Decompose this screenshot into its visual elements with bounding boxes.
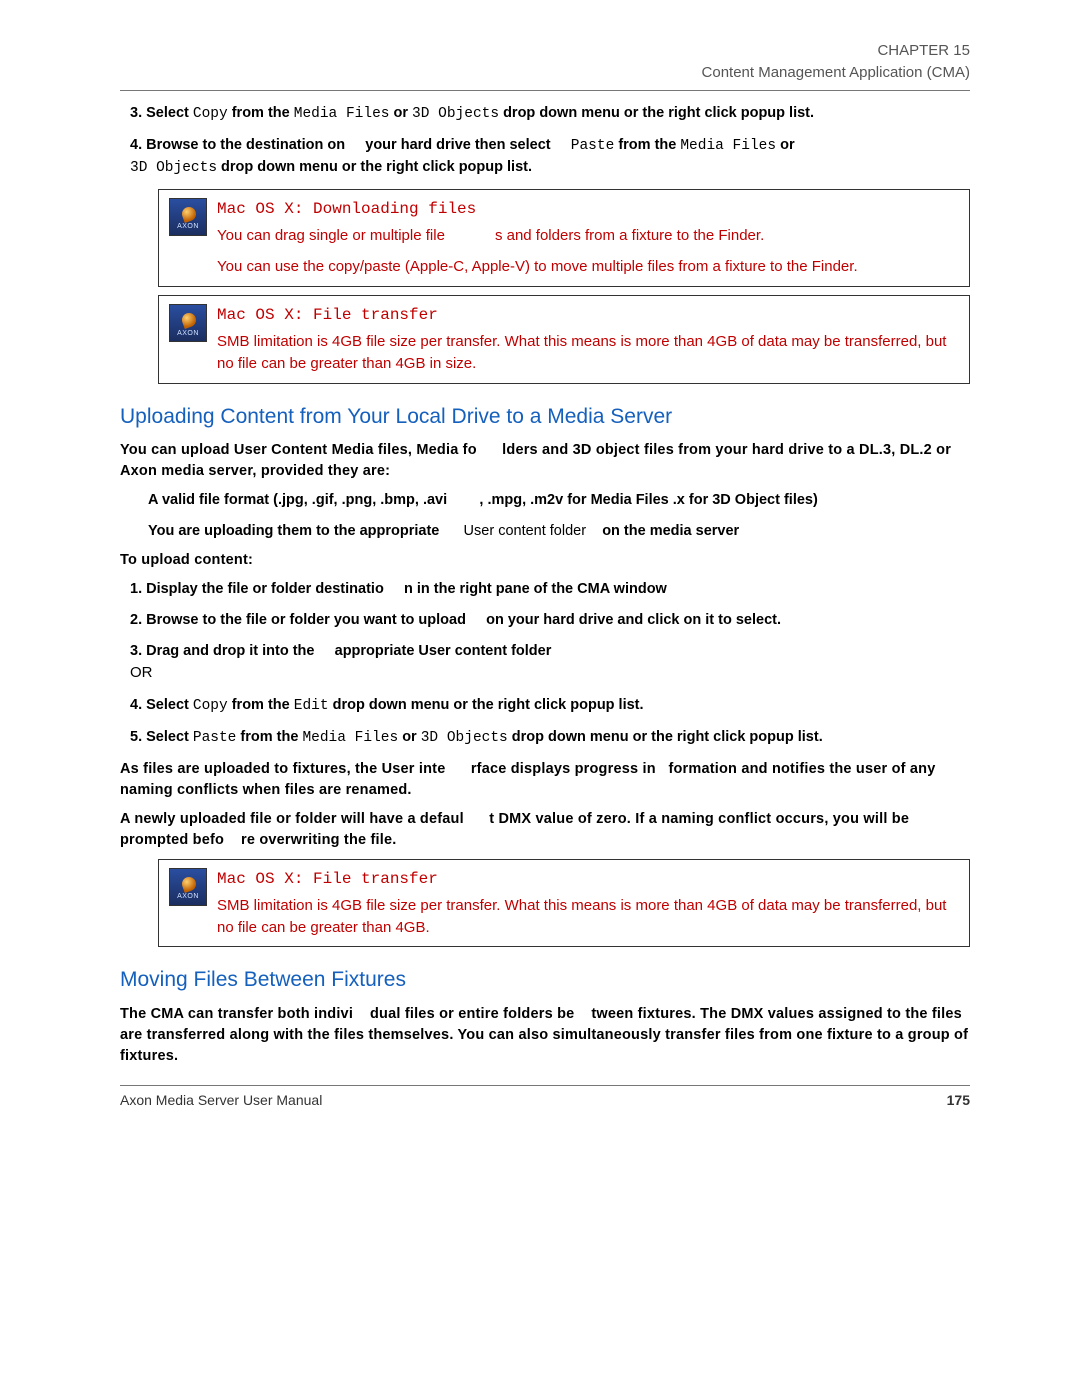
note-downloading-files: AXON Mac OS X: Downloading files You can… xyxy=(158,189,970,288)
text: drop down menu or the right click popup … xyxy=(512,729,823,745)
text: You are uploading them to the appropriat… xyxy=(148,523,443,539)
text: from the xyxy=(232,105,294,121)
note-body: SMB limitation is 4GB file size per tran… xyxy=(217,331,959,375)
step-3: 3. Select Copy from the Media Files or 3… xyxy=(130,103,970,125)
upload-step-5: 5. Select Paste from the Media Files or … xyxy=(130,727,970,749)
menu-3d-objects: 3D Objects xyxy=(421,730,508,746)
note-content: Mac OS X: File transfer SMB limitation i… xyxy=(217,868,959,939)
text: on the media server xyxy=(602,523,739,539)
text-or: OR xyxy=(130,664,153,681)
upload-step-3: 3. Drag and drop it into the appropriate… xyxy=(130,641,970,684)
progress-para: As files are uploaded to fixtures, the U… xyxy=(120,759,970,801)
menu-media-files: Media Files xyxy=(302,730,398,746)
text: appropriate User content folder xyxy=(335,643,552,659)
text: , .mpg, .m2v for Media Files .x for 3D O… xyxy=(479,492,817,508)
note-file-transfer-1: AXON Mac OS X: File transfer SMB limitat… xyxy=(158,295,970,384)
icon-label: AXON xyxy=(170,222,206,232)
text: n in the right pane of the CMA window xyxy=(404,581,667,597)
header-rule xyxy=(120,90,970,91)
menu-edit: Edit xyxy=(294,698,329,714)
text: 3. Select xyxy=(130,105,193,121)
menu-3d-objects: 3D Objects xyxy=(130,160,217,176)
note-file-transfer-2: AXON Mac OS X: File transfer SMB limitat… xyxy=(158,859,970,948)
text: rface displays progress in xyxy=(471,761,656,777)
text: or xyxy=(780,137,795,153)
text: A newly uploaded file or folder will hav… xyxy=(120,811,464,827)
text: 2. Browse to the file or folder you want… xyxy=(130,612,470,628)
upload-step-1: 1. Display the file or folder destinatio… xyxy=(130,579,970,600)
text: drop down menu or the right click popup … xyxy=(333,697,644,713)
axon-icon: AXON xyxy=(169,868,207,906)
page-number: 175 xyxy=(947,1090,970,1110)
text: As files are uploaded to fixtures, the U… xyxy=(120,761,445,777)
bullet-1: A valid file format (.jpg, .gif, .png, .… xyxy=(148,490,970,511)
text: 1. Display the file or folder destinatio xyxy=(130,581,384,597)
text: on your hard drive and click on it to se… xyxy=(486,612,781,628)
text: from the xyxy=(232,697,294,713)
note-title: Mac OS X: Downloading files xyxy=(217,198,959,221)
icon-label: AXON xyxy=(170,892,206,902)
note-body: SMB limitation is 4GB file size per tran… xyxy=(217,895,959,939)
axon-icon: AXON xyxy=(169,198,207,236)
footer: Axon Media Server User Manual 175 xyxy=(120,1090,970,1110)
moving-para: The CMA can transfer both indivi dual fi… xyxy=(120,1004,970,1067)
menu-media-files: Media Files xyxy=(680,138,776,154)
note-content: Mac OS X: Downloading files You can drag… xyxy=(217,198,959,279)
menu-3d-objects: 3D Objects xyxy=(412,106,499,122)
text: 5. Select xyxy=(130,729,193,745)
chapter-header: CHAPTER 15 Content Management Applicatio… xyxy=(120,40,970,84)
text: You can drag single or multiple file xyxy=(217,227,445,244)
text: s and folders from a fixture to the Find… xyxy=(495,227,764,244)
text: 4. Browse to the destination on xyxy=(130,137,349,153)
heading-uploading: Uploading Content from Your Local Drive … xyxy=(120,402,970,432)
axon-icon: AXON xyxy=(169,304,207,342)
menu-media-files: Media Files xyxy=(294,106,390,122)
text: from the xyxy=(240,729,302,745)
heading-moving: Moving Files Between Fixtures xyxy=(120,965,970,995)
text: A valid file format (.jpg, .gif, .png, .… xyxy=(148,492,447,508)
step-4: 4. Browse to the destination on your har… xyxy=(130,135,970,179)
icon-label: AXON xyxy=(170,329,206,339)
menu-paste: Paste xyxy=(193,730,237,746)
dmx-para: A newly uploaded file or folder will hav… xyxy=(120,809,970,851)
note-line: You can drag single or multiple file s a… xyxy=(217,225,959,247)
text: from the xyxy=(618,137,680,153)
text: User content folder xyxy=(464,523,587,539)
text: You can upload User Content Media files,… xyxy=(120,442,477,458)
text: 4. Select xyxy=(130,697,193,713)
text: The CMA can transfer both indivi xyxy=(120,1006,353,1022)
text: drop down menu or the right click popup … xyxy=(503,105,814,121)
text: re overwriting the file. xyxy=(241,832,396,848)
manual-title: Axon Media Server User Manual xyxy=(120,1090,322,1110)
text: or xyxy=(402,729,421,745)
to-upload-label: To upload content: xyxy=(120,550,970,571)
note-line: You can use the copy/paste (Apple-C, App… xyxy=(217,256,959,278)
text: your hard drive then select xyxy=(365,137,554,153)
note-content: Mac OS X: File transfer SMB limitation i… xyxy=(217,304,959,375)
menu-copy: Copy xyxy=(193,698,228,714)
chapter-number: CHAPTER 15 xyxy=(120,40,970,62)
page: CHAPTER 15 Content Management Applicatio… xyxy=(0,0,1080,1388)
menu-paste: Paste xyxy=(571,138,615,154)
text: or xyxy=(394,105,413,121)
menu-copy: Copy xyxy=(193,106,228,122)
text: dual files or entire folders be xyxy=(370,1006,574,1022)
bullet-2: You are uploading them to the appropriat… xyxy=(148,521,970,542)
text: drop down menu or the right click popup … xyxy=(221,159,532,175)
note-title: Mac OS X: File transfer xyxy=(217,304,959,327)
footer-rule xyxy=(120,1085,970,1086)
text: 3. Drag and drop it into the xyxy=(130,643,319,659)
chapter-title: Content Management Application (CMA) xyxy=(120,62,970,84)
upload-intro: You can upload User Content Media files,… xyxy=(120,440,970,482)
note-title: Mac OS X: File transfer xyxy=(217,868,959,891)
upload-step-2: 2. Browse to the file or folder you want… xyxy=(130,610,970,631)
upload-step-4: 4. Select Copy from the Edit drop down m… xyxy=(130,695,970,717)
